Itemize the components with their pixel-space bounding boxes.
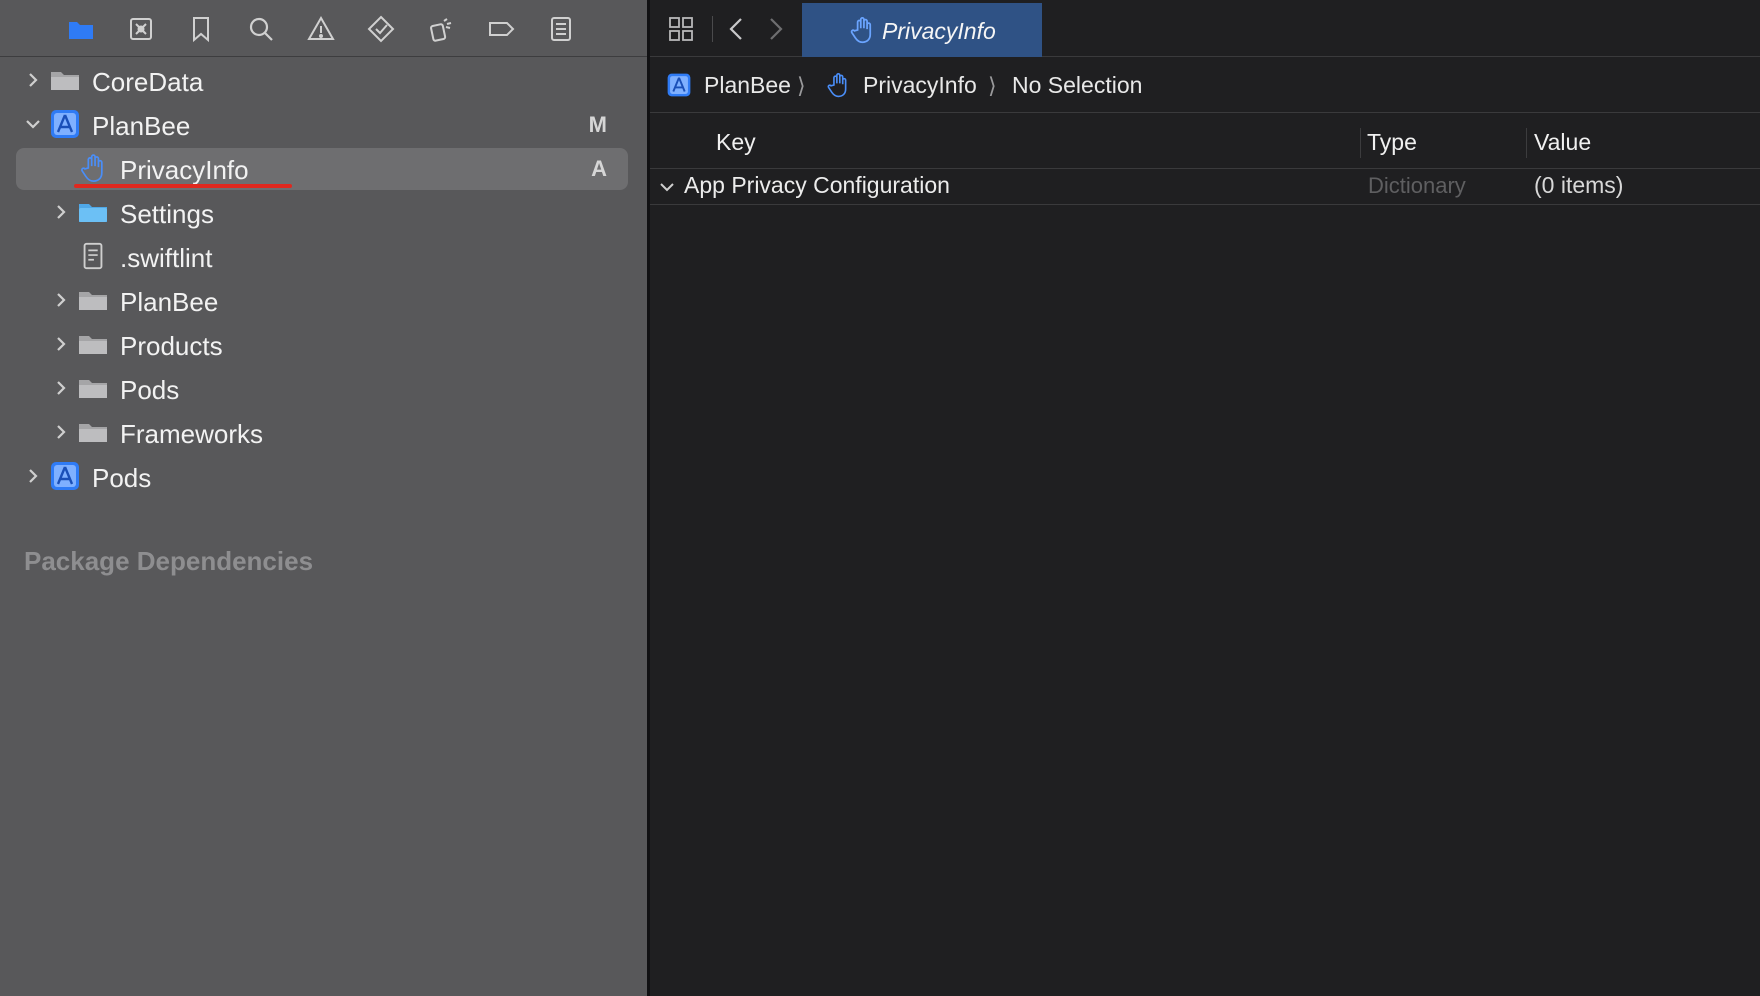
annotation-underline: [74, 184, 292, 188]
tree-item-pods-project[interactable]: Pods: [0, 454, 647, 498]
forward-icon[interactable]: [758, 12, 792, 46]
chevron-right-icon[interactable]: [52, 423, 70, 441]
breakpoint-icon[interactable]: [486, 14, 516, 44]
column-header-value[interactable]: Value: [1534, 129, 1591, 156]
project-icon: [49, 108, 81, 140]
status-badge: A: [591, 156, 607, 181]
section-title-package-dependencies[interactable]: Package Dependencies: [24, 546, 313, 577]
chevron-right-icon[interactable]: [52, 379, 70, 397]
project-icon: [667, 73, 691, 97]
tab-bar: PrivacyInfo: [650, 0, 1760, 57]
tree-item-frameworks[interactable]: Frameworks: [0, 410, 647, 454]
chevron-right-icon[interactable]: [24, 467, 42, 485]
breadcrumb: PlanBee ⟩ PrivacyInfo ⟩ No Selection: [650, 57, 1760, 113]
tree-item-label: Products: [120, 331, 223, 361]
grid-icon[interactable]: [664, 12, 698, 46]
plist-row[interactable]: App Privacy Configuration Dictionary (0 …: [650, 169, 1760, 205]
breadcrumb-item-file[interactable]: PrivacyInfo: [825, 71, 977, 99]
tree-item-label: PlanBee: [92, 111, 191, 141]
tree-item-label: Settings: [120, 199, 214, 229]
bookmark-icon[interactable]: [186, 14, 216, 44]
folder-icon: [77, 372, 109, 404]
file-icon: [77, 240, 109, 272]
breadcrumb-separator-icon: ⟩: [797, 73, 806, 98]
chevron-right-icon[interactable]: [52, 291, 70, 309]
tree-item-label: PlanBee: [120, 287, 219, 317]
tree-item-label: .swiftlint: [120, 243, 213, 273]
tree-item-settings[interactable]: Settings: [0, 190, 647, 234]
source-control-icon[interactable]: [126, 14, 156, 44]
folder-icon: [49, 64, 81, 96]
column-divider[interactable]: [1526, 128, 1527, 158]
folder-icon: [77, 328, 109, 360]
column-divider[interactable]: [1360, 128, 1361, 158]
plist-value[interactable]: (0 items): [1534, 172, 1623, 199]
bundle-icon: [77, 196, 109, 228]
plist-key[interactable]: App Privacy Configuration: [684, 172, 950, 199]
chevron-right-icon[interactable]: [52, 203, 70, 221]
breadcrumb-label: PrivacyInfo: [863, 71, 977, 98]
column-header-type[interactable]: Type: [1367, 129, 1417, 156]
folder-icon: [77, 416, 109, 448]
column-header-key[interactable]: Key: [716, 129, 756, 156]
tab-privacyinfo[interactable]: PrivacyInfo: [802, 3, 1042, 57]
hand-icon: [827, 73, 847, 98]
search-icon[interactable]: [246, 14, 276, 44]
tree-item-planbee-folder[interactable]: PlanBee: [0, 278, 647, 322]
breadcrumb-label: PlanBee: [704, 71, 791, 98]
chevron-right-icon[interactable]: [24, 71, 42, 89]
breadcrumb-item-selection[interactable]: No Selection: [1012, 71, 1142, 99]
tab-label: PrivacyInfo: [882, 18, 996, 44]
tree-item-label: Pods: [92, 463, 152, 493]
tree-item-privacyinfo[interactable]: PrivacyInfo A: [0, 146, 647, 190]
folder-icon[interactable]: [66, 14, 96, 44]
breadcrumb-separator-icon: ⟩: [988, 73, 997, 98]
tree-item-pods-folder[interactable]: Pods: [0, 366, 647, 410]
breadcrumb-item-project[interactable]: PlanBee: [666, 71, 791, 99]
toolbar-divider: [712, 16, 713, 42]
tree-item-swiftlint[interactable]: .swiftlint: [0, 234, 647, 278]
tree-item-label: Frameworks: [120, 419, 264, 449]
editor-area: PrivacyInfo PlanBee ⟩ PrivacyInfo ⟩ No S…: [650, 0, 1760, 996]
tree-item-label: Pods: [120, 375, 180, 405]
project-navigator: CoreData PlanBee M PrivacyInfo A Setting…: [0, 0, 647, 996]
plist-header: Key Type Value: [650, 124, 1760, 169]
navigator-toolbar: [0, 0, 647, 57]
chevron-down-icon[interactable]: [24, 115, 42, 133]
test-icon[interactable]: [366, 14, 396, 44]
back-icon[interactable]: [720, 12, 754, 46]
tree-item-planbee-project[interactable]: PlanBee M: [0, 102, 647, 146]
chevron-right-icon[interactable]: [52, 335, 70, 353]
warning-icon[interactable]: [306, 14, 336, 44]
report-icon[interactable]: [546, 14, 576, 44]
folder-icon: [77, 284, 109, 316]
plist-type[interactable]: Dictionary: [1368, 173, 1466, 199]
debug-icon[interactable]: [426, 14, 456, 44]
hand-icon: [850, 17, 872, 44]
tree-item-coredata[interactable]: CoreData: [0, 58, 647, 102]
chevron-down-icon[interactable]: [658, 178, 676, 196]
breadcrumb-label: No Selection: [1012, 71, 1143, 98]
status-badge: M: [588, 112, 607, 137]
tree-item-label: PrivacyInfo: [120, 155, 249, 185]
hand-icon: [77, 152, 109, 184]
tree-item-products[interactable]: Products: [0, 322, 647, 366]
tree-item-label: CoreData: [92, 67, 204, 97]
project-icon: [49, 460, 81, 492]
